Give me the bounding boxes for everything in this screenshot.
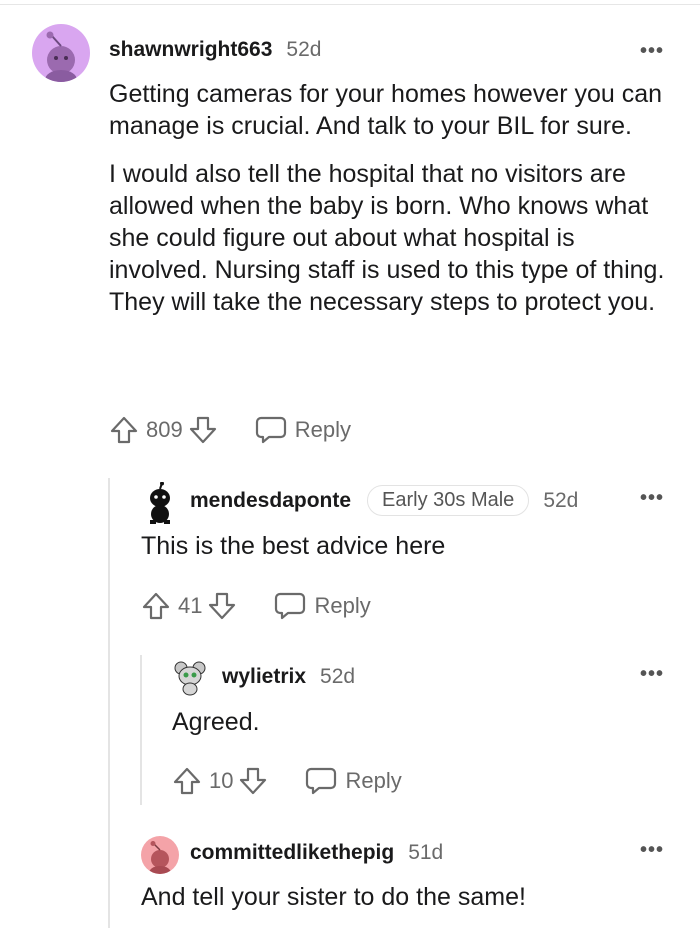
snoo-avatar-icon bbox=[149, 841, 171, 874]
comment-age: 51d bbox=[408, 841, 444, 864]
comment-committedlikethepig: committedlikethepig 51d ••• And tell you… bbox=[0, 0, 700, 929]
more-options-icon[interactable]: ••• bbox=[640, 839, 664, 862]
comment-paragraph: And tell your sister to do the same! bbox=[141, 883, 526, 911]
comment-body: And tell your sister to do the same! bbox=[141, 881, 671, 913]
username[interactable]: committedlikethepig bbox=[190, 841, 394, 865]
avatar[interactable] bbox=[141, 836, 179, 874]
comment-thread: shawnwright663 52d ••• Getting cameras f… bbox=[0, 0, 700, 929]
comment-header: committedlikethepig 51d bbox=[190, 841, 443, 865]
